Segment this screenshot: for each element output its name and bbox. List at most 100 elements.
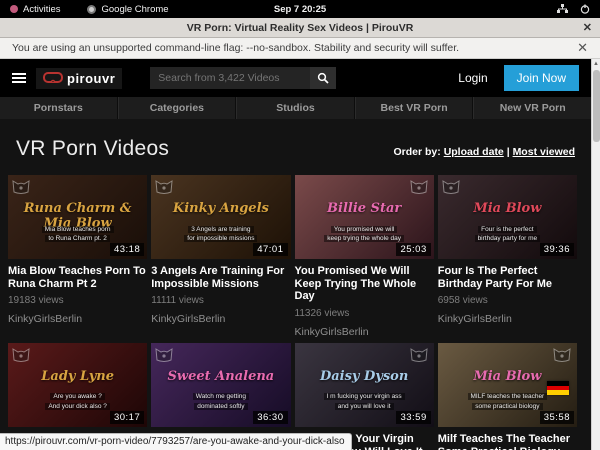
nav-item-new-vr-porn[interactable]: New VR Porn xyxy=(473,97,591,119)
thumbnail-caption-line1: 3 Angels are training xyxy=(188,226,253,233)
studio-watermark-cat-icon xyxy=(553,346,571,362)
video-title-link[interactable]: Four Is The Perfect Birthday Party For M… xyxy=(438,265,577,290)
video-duration-badge: 35:58 xyxy=(540,411,574,424)
video-views: 6958 views xyxy=(438,295,577,306)
nav-item-best-vr-porn[interactable]: Best VR Porn xyxy=(355,97,474,119)
thumbnail-caption: Watch me getting dominated softly xyxy=(151,392,290,412)
thumbnail-overlay-name: Daisy Dyson xyxy=(295,369,434,384)
activities-button[interactable]: Activities xyxy=(23,4,60,15)
scrollbar-up-icon[interactable]: ▲ xyxy=(592,59,600,69)
power-icon[interactable] xyxy=(580,4,590,14)
search-button[interactable] xyxy=(310,67,336,89)
nav-item-studios[interactable]: Studios xyxy=(236,97,355,119)
video-thumbnail[interactable]: Mia Blow MILF teaches the teacher some p… xyxy=(438,343,577,427)
video-duration-badge: 25:03 xyxy=(396,243,430,256)
studio-watermark-cat-icon xyxy=(155,346,173,362)
logo-text: pirouvr xyxy=(67,71,115,86)
network-icon[interactable] xyxy=(557,4,568,14)
nav-item-pornstars[interactable]: Pornstars xyxy=(0,97,118,119)
video-thumbnail[interactable]: Kinky Angels 3 Angels are training for i… xyxy=(151,175,290,259)
video-duration-badge: 47:01 xyxy=(253,243,287,256)
site-logo[interactable]: pirouvr xyxy=(36,68,122,89)
video-thumbnail[interactable]: Sweet Analena Watch me getting dominated… xyxy=(151,343,290,427)
thumbnail-overlay-name: Billie Star xyxy=(295,201,434,216)
search-input[interactable] xyxy=(150,67,310,89)
thumbnail-overlay-name: Lady Lyne xyxy=(8,369,147,384)
thumbnail-caption: You promised we will keep trying the who… xyxy=(295,225,434,245)
video-thumbnail[interactable]: Mia Blow Four is the perfect birthday pa… xyxy=(438,175,577,259)
thumbnail-caption-line2: some practical biology xyxy=(472,403,542,410)
video-title-link[interactable]: Milf Teaches The Teacher Some Practical … xyxy=(438,433,577,450)
thumbnail-caption: Four is the perfect birthday party for m… xyxy=(438,225,577,245)
video-duration-badge: 36:30 xyxy=(253,411,287,424)
active-app-menu[interactable]: Google Chrome xyxy=(101,4,168,15)
video-card: Kinky Angels 3 Angels are training for i… xyxy=(151,175,290,338)
order-upload-date-link[interactable]: Upload date xyxy=(444,146,504,158)
german-flag-icon xyxy=(547,381,569,395)
video-grid: Runa Charm & Mia Blow Mia Blow teaches p… xyxy=(0,175,591,450)
video-thumbnail[interactable]: Lady Lyne Are you awake ? And your dick … xyxy=(8,343,147,427)
search-bar xyxy=(150,67,336,89)
warning-close-icon[interactable]: ✕ xyxy=(577,40,588,56)
window-title: VR Porn: Virtual Reality Sex Videos | Pi… xyxy=(187,22,414,34)
thumbnail-caption-line2: for impossible missions xyxy=(184,235,257,242)
thumbnail-caption-line1: You promised we will xyxy=(331,226,397,233)
video-views: 19183 views xyxy=(8,295,147,306)
studio-watermark-cat-icon xyxy=(410,346,428,362)
join-now-button[interactable]: Join Now xyxy=(504,65,579,91)
studio-watermark-cat-icon xyxy=(12,346,30,362)
video-studio-link[interactable]: KinkyGirlsBerlin xyxy=(8,313,147,325)
site-header: pirouvr Login Join Now xyxy=(0,59,591,97)
studio-watermark-cat-icon xyxy=(442,178,460,194)
window-close-icon[interactable]: ✕ xyxy=(583,21,592,34)
order-by: Order by: Upload date | Most viewed xyxy=(394,146,576,158)
thumbnail-caption: I m fucking your virgin ass and you will… xyxy=(295,392,434,412)
thumbnail-caption-line1: Are you awake ? xyxy=(50,393,104,400)
order-separator: | xyxy=(504,146,513,158)
video-views: 11111 views xyxy=(151,295,290,306)
thumbnail-caption-line1: Watch me getting xyxy=(193,393,249,400)
video-title-link[interactable]: Mia Blow Teaches Porn To Runa Charm Pt 2 xyxy=(8,265,147,290)
thumbnail-overlay-name: Sweet Analena xyxy=(151,369,290,384)
status-url-tooltip: https://pirouvr.com/vr-porn-video/779325… xyxy=(0,433,352,450)
thumbnail-caption-line2: And your dick also ? xyxy=(45,403,110,410)
video-duration-badge: 30:17 xyxy=(110,411,144,424)
video-studio-link[interactable]: KinkyGirlsBerlin xyxy=(295,326,434,338)
studio-watermark-cat-icon xyxy=(12,178,30,194)
desktop-top-bar: Activities Google Chrome Sep 7 20:25 xyxy=(0,0,600,18)
scrollbar-thumb[interactable] xyxy=(593,70,600,142)
order-most-viewed-link[interactable]: Most viewed xyxy=(513,146,575,158)
video-card: Mia Blow MILF teaches the teacher some p… xyxy=(438,343,577,450)
page-head: VR Porn Videos Order by: Upload date | M… xyxy=(0,119,591,175)
nav-item-categories[interactable]: Categories xyxy=(118,97,237,119)
video-card: Runa Charm & Mia Blow Mia Blow teaches p… xyxy=(8,175,147,338)
thumbnail-caption: MILF teaches the teacher some practical … xyxy=(438,392,577,412)
video-studio-link[interactable]: KinkyGirlsBerlin xyxy=(438,313,577,325)
video-views: 11326 views xyxy=(295,308,434,319)
thumbnail-caption-line2: and you will love it xyxy=(335,403,394,410)
thumbnail-overlay-name: Runa Charm & Mia Blow xyxy=(8,201,147,231)
login-link[interactable]: Login xyxy=(458,71,487,85)
warning-text: You are using an unsupported command-lin… xyxy=(12,42,577,54)
menu-hamburger-icon[interactable] xyxy=(12,73,26,83)
warning-bar: You are using an unsupported command-lin… xyxy=(0,38,600,59)
video-title-link[interactable]: 3 Angels Are Training For Impossible Mis… xyxy=(151,265,290,290)
video-title-link[interactable]: You Promised We Will Keep Trying The Who… xyxy=(295,265,434,303)
browser-title-bar: VR Porn: Virtual Reality Sex Videos | Pi… xyxy=(0,18,600,38)
video-duration-badge: 39:36 xyxy=(540,243,574,256)
video-card: Mia Blow Four is the perfect birthday pa… xyxy=(438,175,577,338)
video-studio-link[interactable]: KinkyGirlsBerlin xyxy=(151,313,290,325)
video-thumbnail[interactable]: Billie Star You promised we will keep tr… xyxy=(295,175,434,259)
thumbnail-caption-line1: Mia Blow teaches porn xyxy=(42,226,114,233)
thumbnail-overlay-name: Kinky Angels xyxy=(151,201,290,216)
thumbnail-caption-line2: keep trying the whole day xyxy=(324,235,404,242)
video-thumbnail[interactable]: Daisy Dyson I m fucking your virgin ass … xyxy=(295,343,434,427)
search-icon xyxy=(317,72,329,84)
thumbnail-caption: 3 Angels are training for impossible mis… xyxy=(151,225,290,245)
thumbnail-overlay-name: Mia Blow xyxy=(438,201,577,216)
vertical-scrollbar[interactable]: ▲ xyxy=(591,59,600,450)
vr-goggles-icon xyxy=(43,72,63,84)
clock[interactable]: Sep 7 20:25 xyxy=(274,4,326,15)
video-thumbnail[interactable]: Runa Charm & Mia Blow Mia Blow teaches p… xyxy=(8,175,147,259)
browser-viewport: ▲ pirouvr xyxy=(0,59,600,450)
